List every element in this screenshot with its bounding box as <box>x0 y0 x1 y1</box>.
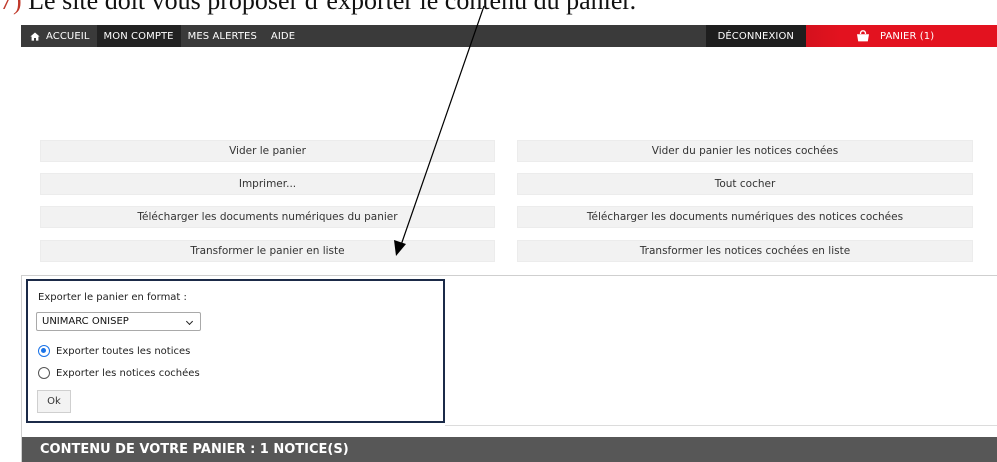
export-format-value: UNIMARC ONISEP <box>42 316 129 327</box>
export-all-option[interactable]: Exporter toutes les notices <box>38 345 190 357</box>
nav-cart-label: PANIER (1) <box>880 30 935 42</box>
export-checked-radio[interactable] <box>38 367 50 379</box>
export-checked-option[interactable]: Exporter les notices cochées <box>38 367 200 379</box>
export-all-radio[interactable] <box>38 345 50 357</box>
download-cart-button[interactable]: Télécharger les documents numériques du … <box>40 206 495 228</box>
nav-my-alerts[interactable]: MES ALERTES <box>181 25 264 47</box>
chevron-down-icon <box>185 317 194 326</box>
cart-content-header: CONTENU DE VOTRE PANIER : 1 NOTICE(S) <box>22 437 997 462</box>
nav-cart[interactable]: PANIER (1) <box>806 25 997 47</box>
to-list-cart-button[interactable]: Transformer le panier en liste <box>40 240 495 262</box>
export-section-top-border <box>21 275 997 276</box>
instruction-caption: 7) Le site doit vous proposer d’exporter… <box>0 0 997 16</box>
nav-help[interactable]: AIDE <box>264 25 302 47</box>
empty-checked-button[interactable]: Vider du panier les notices cochées <box>517 140 973 162</box>
export-checked-label: Exporter les notices cochées <box>56 367 200 379</box>
export-format-select[interactable]: UNIMARC ONISEP <box>36 312 201 331</box>
caption-text: Le site doit vous proposer d’exporter le… <box>21 0 637 15</box>
step-number: 7) <box>0 0 22 15</box>
nav-logout[interactable]: DÉCONNEXION <box>705 25 806 47</box>
export-panel: Exporter le panier en format : UNIMARC O… <box>26 279 445 423</box>
export-all-label: Exporter toutes les notices <box>56 345 191 357</box>
export-section-left-border <box>21 275 22 462</box>
export-ok-button[interactable]: Ok <box>37 390 71 413</box>
to-list-checked-button[interactable]: Transformer les notices cochées en liste <box>517 240 973 262</box>
nav-home-label: ACCUEIL <box>46 30 90 42</box>
download-checked-button[interactable]: Télécharger les documents numériques des… <box>517 206 973 228</box>
top-navbar: ACCUEIL MON COMPTE MES ALERTES AIDE DÉCO… <box>21 25 997 47</box>
check-all-button[interactable]: Tout cocher <box>517 173 973 195</box>
empty-cart-button[interactable]: Vider le panier <box>40 140 495 162</box>
nav-my-account[interactable]: MON COMPTE <box>96 25 181 47</box>
shopping-bag-icon <box>857 30 869 42</box>
export-section-bottom-border <box>445 425 997 426</box>
print-button[interactable]: Imprimer... <box>40 173 495 195</box>
home-icon <box>30 32 40 41</box>
nav-home[interactable]: ACCUEIL <box>21 25 97 47</box>
export-format-label: Exporter le panier en format : <box>38 292 187 303</box>
